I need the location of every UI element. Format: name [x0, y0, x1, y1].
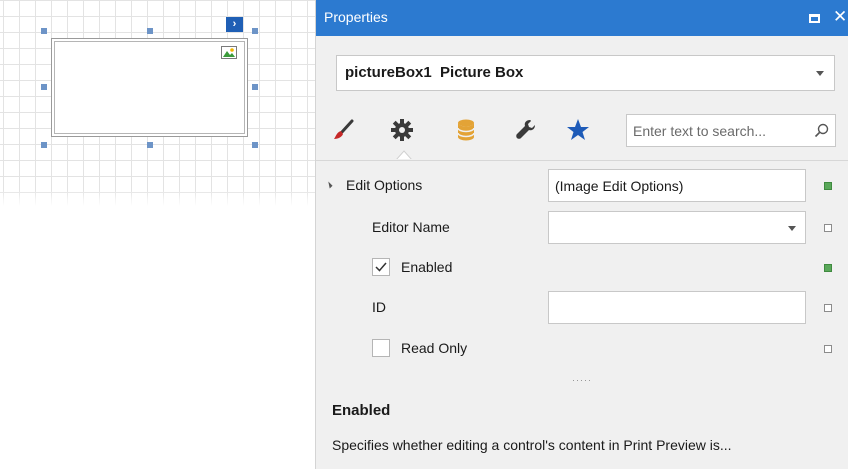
image-icon	[221, 46, 237, 59]
search-icon[interactable]	[814, 123, 829, 138]
editor-name-dropdown[interactable]	[548, 211, 806, 244]
description-panel: Enabled Specifies whether editing a cont…	[316, 385, 848, 469]
edit-options-value-text: (Image Edit Options)	[555, 178, 684, 194]
property-label: Read Only	[401, 340, 468, 356]
wrench-icon[interactable]	[512, 116, 540, 144]
resize-handle[interactable]	[252, 84, 258, 90]
chevron-down-icon[interactable]	[816, 71, 824, 76]
property-marker[interactable]	[824, 224, 832, 232]
tab-pointer	[396, 150, 412, 160]
resize-handle[interactable]	[41, 84, 47, 90]
property-row-id[interactable]: ID	[316, 287, 848, 327]
splitter-grip[interactable]: ·····	[572, 375, 592, 385]
picture-box-frame	[54, 41, 245, 134]
description-title: Enabled	[332, 402, 391, 419]
search-input[interactable]	[633, 121, 813, 141]
design-surface[interactable]: ›	[0, 0, 315, 206]
collapse-triangle-icon[interactable]	[325, 181, 333, 189]
resize-handle[interactable]	[147, 142, 153, 148]
property-row-enabled[interactable]: Enabled	[316, 247, 848, 287]
id-input[interactable]	[548, 291, 806, 324]
property-row-edit-options[interactable]: Edit Options (Image Edit Options)	[316, 165, 848, 205]
property-search-box[interactable]	[626, 114, 836, 147]
resize-handle[interactable]	[41, 142, 47, 148]
maximize-icon[interactable]	[809, 14, 820, 23]
close-icon[interactable]: ✕	[833, 7, 847, 27]
brush-icon[interactable]	[330, 116, 358, 144]
database-icon[interactable]	[452, 116, 480, 144]
edit-options-value[interactable]: (Image Edit Options)	[548, 169, 806, 202]
property-row-editor-name[interactable]: Editor Name	[316, 207, 848, 247]
chevron-down-icon[interactable]	[788, 226, 796, 231]
property-label: Editor Name	[372, 219, 450, 235]
resize-handle[interactable]	[252, 28, 258, 34]
property-marker[interactable]	[824, 304, 832, 312]
picture-box-control[interactable]	[51, 38, 248, 137]
property-marker[interactable]	[824, 264, 832, 272]
resize-handle[interactable]	[252, 142, 258, 148]
resize-handle[interactable]	[41, 28, 47, 34]
selected-object-name: pictureBox1 Picture Box	[345, 64, 524, 81]
object-selector[interactable]: pictureBox1 Picture Box	[336, 55, 835, 91]
read-only-checkbox[interactable]	[372, 339, 390, 357]
checkmark-icon	[375, 262, 387, 272]
property-label: Edit Options	[346, 177, 423, 193]
panel-title: Properties	[324, 9, 388, 25]
gear-icon[interactable]	[388, 116, 416, 144]
description-text: Specifies whether editing a control's co…	[332, 437, 732, 453]
smart-tag-button[interactable]: ›	[226, 17, 243, 32]
property-label: Enabled	[401, 259, 453, 275]
panel-titlebar: Properties ✕	[316, 0, 848, 36]
property-label: ID	[372, 299, 386, 315]
properties-panel: Properties ✕ pictureBox1 Picture Box Ent…	[315, 0, 848, 469]
enabled-checkbox[interactable]	[372, 258, 390, 276]
property-row-read-only[interactable]: Read Only	[316, 328, 848, 368]
property-marker[interactable]	[824, 182, 832, 190]
property-marker[interactable]	[824, 345, 832, 353]
resize-handle[interactable]	[147, 28, 153, 34]
property-grid: Edit Options (Image Edit Options) Editor…	[316, 160, 848, 368]
star-icon[interactable]	[564, 116, 592, 144]
